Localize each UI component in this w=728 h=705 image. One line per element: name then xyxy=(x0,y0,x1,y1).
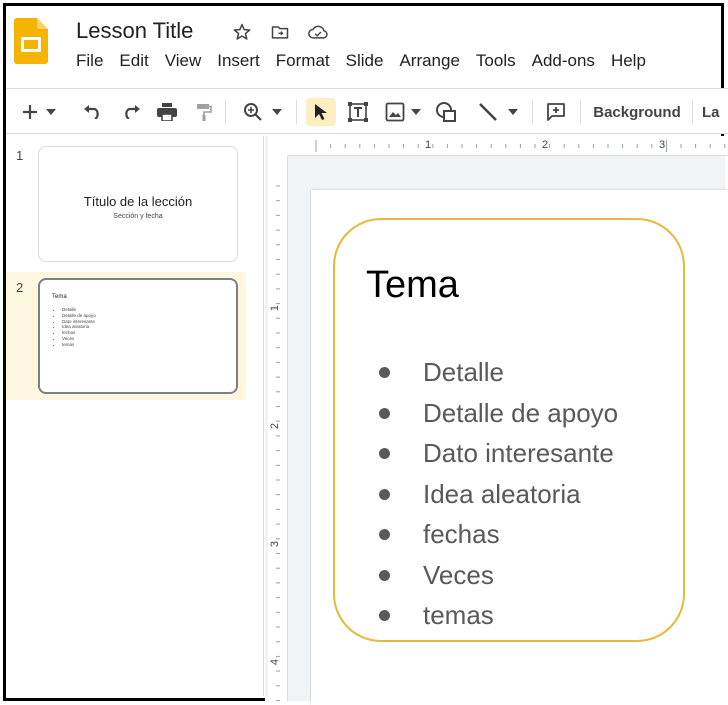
thumbnail-bullet: Detalle de apoyo xyxy=(62,313,96,319)
menu-file[interactable]: File xyxy=(68,50,111,72)
comment-button[interactable] xyxy=(542,98,570,126)
thumbnail-bullet-list: Detalle Detalle de apoyo Dato interesant… xyxy=(56,307,96,348)
text-box-icon xyxy=(348,102,368,122)
caret-down-icon xyxy=(46,109,56,115)
toolbar-separator xyxy=(532,100,533,124)
line-dropdown[interactable] xyxy=(506,98,520,126)
toolbar-separator xyxy=(580,100,581,124)
background-button[interactable]: Background xyxy=(590,98,684,126)
new-slide-layout-dropdown[interactable] xyxy=(44,98,58,126)
insert-image-button[interactable] xyxy=(382,98,408,126)
line-icon xyxy=(479,103,497,121)
thumbnail-title: Título de la lección xyxy=(83,194,193,209)
document-title[interactable]: Lesson Title xyxy=(76,18,193,44)
slides-logo-icon[interactable] xyxy=(14,18,48,64)
bullet-item[interactable]: Veces xyxy=(376,555,618,596)
slide-filmstrip: 1 Título de la lección Sección y fecha 2… xyxy=(6,136,264,696)
menu-view[interactable]: View xyxy=(157,50,210,72)
cursor-arrow-icon xyxy=(315,104,327,120)
thumbnail-subtitle: Sección y fecha xyxy=(113,213,163,220)
caret-down-icon xyxy=(411,109,421,115)
paint-format-button[interactable] xyxy=(192,98,216,126)
menu-slide[interactable]: Slide xyxy=(338,50,392,72)
redo-icon xyxy=(125,105,140,119)
menu-tools[interactable]: Tools xyxy=(468,50,524,72)
new-slide-button[interactable] xyxy=(18,98,42,126)
filmstrip-slide-2[interactable]: 2 Tema Detalle Detalle de apoyo Dato int… xyxy=(6,272,246,400)
redo-button[interactable] xyxy=(118,98,144,126)
menu-arrange[interactable]: Arrange xyxy=(391,50,467,72)
print-icon xyxy=(157,103,177,121)
toolbar-separator xyxy=(296,100,297,124)
slide-heading[interactable]: Tema xyxy=(366,264,459,307)
line-tool-button[interactable] xyxy=(474,98,502,126)
menu-help[interactable]: Help xyxy=(603,50,654,72)
ruler-label: 3 xyxy=(269,540,282,548)
bullet-item[interactable]: temas xyxy=(376,595,618,636)
bullet-item[interactable]: fechas xyxy=(376,514,618,555)
menu-insert[interactable]: Insert xyxy=(209,50,268,72)
slide-number: 2 xyxy=(16,280,24,295)
select-tool-button[interactable] xyxy=(306,98,336,126)
thumbnail-title: Tema xyxy=(52,294,67,300)
slide-number: 1 xyxy=(16,148,24,163)
ruler-label: 2 xyxy=(542,139,549,151)
undo-icon xyxy=(84,105,99,119)
menu-add-ons[interactable]: Add-ons xyxy=(524,50,603,72)
slide-bullet-list[interactable]: Detalle Detalle de apoyo Dato interesant… xyxy=(376,352,618,636)
image-icon xyxy=(385,102,405,122)
shape-button[interactable] xyxy=(432,98,460,126)
menu-edit[interactable]: Edit xyxy=(111,50,156,72)
toolbar-separator xyxy=(225,100,226,124)
slide-thumbnail[interactable]: Título de la lección Sección y fecha xyxy=(38,146,238,262)
bullet-item[interactable]: Dato interesante xyxy=(376,433,618,474)
ruler-label: 4 xyxy=(269,658,282,666)
add-comment-icon xyxy=(547,103,565,121)
menu-bar: File Edit View Insert Format Slide Arran… xyxy=(68,50,654,72)
ruler-label: 2 xyxy=(269,422,282,430)
menu-format[interactable]: Format xyxy=(268,50,338,72)
layout-button[interactable]: La xyxy=(702,98,728,126)
vertical-ruler[interactable]: 1 2 3 4 xyxy=(268,156,288,701)
zoom-dropdown[interactable] xyxy=(270,98,284,126)
thumbnail-bullet: temas xyxy=(62,342,96,348)
undo-button[interactable] xyxy=(80,98,106,126)
bullet-item[interactable]: Idea aleatoria xyxy=(376,474,618,515)
shape-icon xyxy=(436,102,456,122)
zoom-icon xyxy=(244,103,262,121)
image-dropdown[interactable] xyxy=(409,98,423,126)
ruler-label: 1 xyxy=(425,139,432,151)
filmstrip-slide-1[interactable]: 1 Título de la lección Sección y fecha xyxy=(6,136,246,266)
bullet-item[interactable]: Detalle xyxy=(376,352,618,393)
cloud-saved-icon[interactable] xyxy=(306,20,330,44)
plus-icon xyxy=(23,105,37,119)
ruler-label: 3 xyxy=(659,139,666,151)
paint-roller-icon xyxy=(197,104,212,121)
slide-thumbnail-selected[interactable]: Tema Detalle Detalle de apoyo Dato inter… xyxy=(38,278,238,394)
star-icon[interactable] xyxy=(230,20,254,44)
caret-down-icon xyxy=(272,109,282,115)
bullet-item[interactable]: Detalle de apoyo xyxy=(376,393,618,434)
ruler-corner xyxy=(268,136,288,156)
zoom-button[interactable] xyxy=(240,98,266,126)
toolbar: Background La xyxy=(6,88,728,134)
horizontal-ruler[interactable]: 1 2 3 xyxy=(288,136,728,156)
caret-down-icon xyxy=(508,109,518,115)
ruler-label: 1 xyxy=(269,304,282,312)
print-button[interactable] xyxy=(154,98,180,126)
text-box-button[interactable] xyxy=(344,98,372,126)
toolbar-separator xyxy=(692,100,693,124)
move-to-folder-icon[interactable] xyxy=(268,20,292,44)
